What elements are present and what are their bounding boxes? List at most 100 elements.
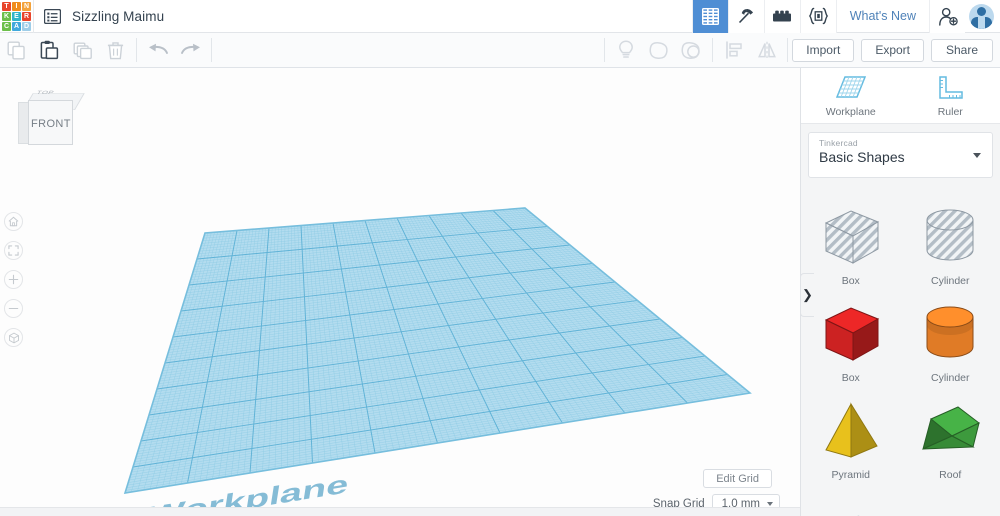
home-view-icon <box>8 216 19 227</box>
lightbulb-icon <box>618 40 633 58</box>
3d-viewport[interactable]: Workplane TOP FRONT Edit Grid Snap Grid … <box>0 68 800 516</box>
group-button[interactable] <box>642 33 675 68</box>
shape-label: Box <box>841 372 860 384</box>
shape-art-box <box>824 209 879 264</box>
paste-button[interactable] <box>33 33 66 68</box>
shape-item-box-2[interactable]: Box <box>801 293 901 390</box>
shape-label: Roof <box>939 469 962 481</box>
divider <box>787 38 789 62</box>
shape-thumbnail <box>801 196 901 275</box>
align-icon <box>725 41 742 59</box>
shape-thumbnail: TEXT <box>901 487 1000 516</box>
zoom-in-icon <box>8 274 19 285</box>
mode-button-codeblocks[interactable] <box>799 0 836 33</box>
snap-grid-value: 1.0 mm <box>721 498 760 510</box>
shape-thumbnail <box>801 293 901 372</box>
workplane[interactable]: Workplane <box>0 68 800 516</box>
hammer-icon <box>739 9 754 24</box>
align-button[interactable] <box>717 33 750 68</box>
user-avatar[interactable] <box>969 3 994 29</box>
mode-button-design[interactable] <box>691 0 728 33</box>
zoom-in-button[interactable] <box>4 270 23 289</box>
copy-icon <box>7 41 25 59</box>
shape-label: Cylinder <box>930 372 970 384</box>
brick-icon <box>773 10 792 22</box>
panel-collapse-button[interactable]: ❯ <box>800 273 814 317</box>
duplicate-button[interactable] <box>66 33 99 68</box>
mode-button-codeblocks-hammer[interactable] <box>727 0 764 33</box>
logo-tile-d-8: D <box>22 21 31 31</box>
mirror-button[interactable] <box>750 33 783 68</box>
logo-tile-k-3: K <box>2 11 11 21</box>
shape-thumbnail <box>801 390 901 469</box>
tinkercad-app: TINKERCAD Sizzling Maimu What's New Impo… <box>0 0 1000 516</box>
copy-button[interactable] <box>0 33 33 68</box>
view-cube-top-label: TOP <box>35 89 56 96</box>
view-cube[interactable]: TOP FRONT <box>14 80 86 148</box>
delete-button[interactable] <box>99 33 132 68</box>
codeblocks-icon <box>808 7 828 25</box>
workplane-grid: Workplane <box>123 207 752 516</box>
zoom-out-button[interactable] <box>4 299 23 318</box>
undo-button[interactable] <box>141 33 174 68</box>
shape-thumbnail <box>801 487 901 516</box>
export-button[interactable]: Export <box>861 38 924 62</box>
shape-item-roof-5[interactable]: Roof <box>901 390 1000 487</box>
logo-tile-n-2: N <box>22 1 31 11</box>
shapes-panel: Workplane Ruler Tinkercad Basic Shapes B… <box>800 68 1000 516</box>
shape-library-superlabel: Tinkercad <box>819 138 858 148</box>
logo-tile-i-1: I <box>12 1 21 11</box>
shape-item-cylinder-1[interactable]: Cylinder <box>901 196 1000 293</box>
top-bar: TINKERCAD Sizzling Maimu What's New <box>0 0 1000 33</box>
shape-item-pyramid-4[interactable]: Pyramid <box>801 390 901 487</box>
light-button[interactable] <box>609 33 642 68</box>
snap-grid-control: Snap Grid 1.0 mm <box>653 494 780 514</box>
list-menu-icon <box>43 8 61 24</box>
workplane-surface <box>125 208 750 493</box>
shape-art-text: TEXT <box>912 514 980 516</box>
top-bar-actions: What's New <box>691 0 1000 33</box>
add-person-icon <box>938 7 958 26</box>
shape-label: Cylinder <box>930 275 970 287</box>
ungroup-icon <box>681 41 701 59</box>
shape-item-box-0[interactable]: Box <box>801 196 901 293</box>
whats-new-label: What's New <box>849 9 916 23</box>
shape-item-capsule-6[interactable] <box>801 487 901 516</box>
object-tools: Import Export Share <box>600 33 1000 68</box>
mode-button-bricks[interactable] <box>763 0 800 33</box>
perspective-toggle-button[interactable] <box>4 328 23 347</box>
fit-to-view-button[interactable] <box>4 241 23 260</box>
mirror-icon <box>757 41 776 59</box>
snap-grid-select[interactable]: 1.0 mm <box>711 494 780 514</box>
workplane-tool[interactable]: Workplane <box>816 75 886 118</box>
import-button[interactable]: Import <box>792 38 855 62</box>
tinkercad-logo[interactable]: TIN KER CAD <box>0 0 33 33</box>
shape-item-text-7[interactable]: TEXT <box>901 487 1000 516</box>
logo-tile-c-6: C <box>2 21 11 31</box>
logo-tile-t-0: T <box>2 1 11 11</box>
home-view-button[interactable] <box>4 212 23 231</box>
edit-grid-button[interactable]: Edit Grid <box>703 469 772 488</box>
clipboard-tools <box>0 33 216 68</box>
chevron-down-icon <box>767 502 773 506</box>
ungroup-button[interactable] <box>675 33 708 68</box>
whats-new-button[interactable]: What's New <box>835 0 929 33</box>
chevron-right-icon: ❯ <box>802 287 813 302</box>
shape-library-select[interactable]: Tinkercad Basic Shapes <box>808 132 993 178</box>
share-button[interactable]: Share <box>931 38 993 62</box>
chevron-down-icon <box>973 153 981 158</box>
redo-icon <box>180 43 200 54</box>
shapes-scroll-area[interactable]: Box Cylinder Box Cylinder Pyramid Roof TEXT <box>801 196 1000 516</box>
shape-art-cylinder <box>926 306 974 357</box>
project-title[interactable]: Sizzling Maimu <box>70 9 164 24</box>
project-menu-button[interactable] <box>34 0 70 33</box>
shape-art-roof <box>922 405 981 450</box>
view-cube-front-label: FRONT <box>31 118 71 130</box>
workplane-icon <box>835 76 866 98</box>
ruler-tool[interactable]: Ruler <box>915 75 985 118</box>
shape-item-cylinder-3[interactable]: Cylinder <box>901 293 1000 390</box>
avatar-head <box>977 6 986 16</box>
shape-label: Pyramid <box>831 469 870 481</box>
invite-people-button[interactable] <box>929 0 965 33</box>
redo-button[interactable] <box>174 33 207 68</box>
